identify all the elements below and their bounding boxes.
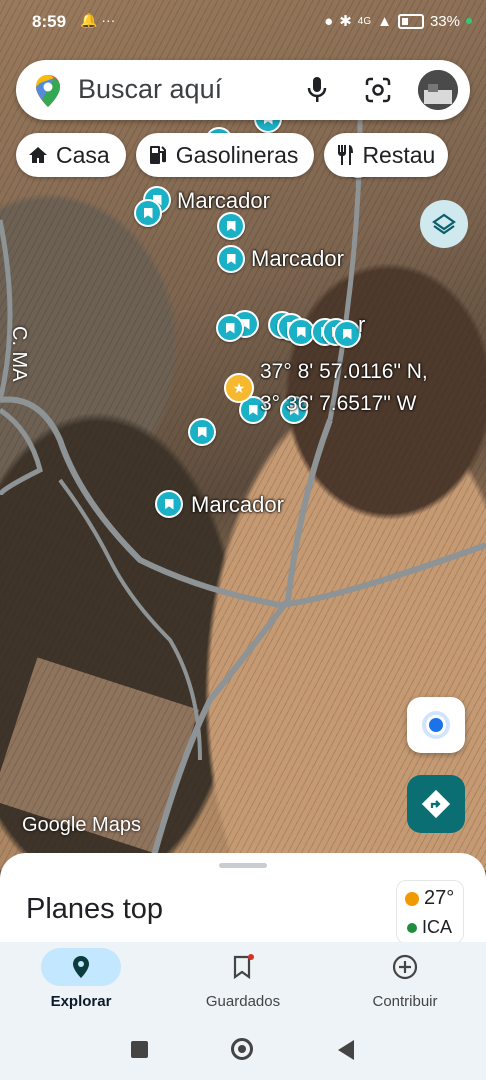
home-icon: [29, 147, 47, 163]
network-label: 4G: [357, 15, 372, 27]
gas-station-icon: [149, 146, 166, 164]
bluetooth-icon: ✱: [339, 13, 352, 30]
sun-icon: [405, 891, 419, 906]
bookmark-marker[interactable]: [333, 320, 361, 348]
recents-icon[interactable]: [131, 1041, 148, 1058]
nav-label: Guardados: [205, 993, 281, 1010]
nav-pill: [203, 948, 283, 986]
latitude: 37° 8' 57.0116" N,: [260, 360, 428, 383]
nav-pill: [41, 948, 121, 986]
battery-percent: 33%: [429, 12, 460, 30]
temperature-value: 27°: [424, 887, 455, 909]
coordinates-label: 37° 8' 57.0116" N, 3° 36' 7.6517" W: [260, 356, 428, 420]
nav-pill: [365, 948, 445, 986]
chip-label: Casa: [56, 141, 110, 168]
directions-button[interactable]: [407, 775, 465, 833]
sheet-title: Planes top: [26, 893, 164, 925]
google-maps-logo: Google Maps: [22, 814, 141, 836]
google-maps-pin-icon: [36, 75, 60, 107]
bookmark-marker[interactable]: [217, 212, 245, 240]
search-input[interactable]: Buscar aquí: [78, 74, 222, 105]
marker-label: r: [358, 312, 366, 337]
clock: 8:59: [32, 12, 67, 31]
my-location-icon: [426, 715, 446, 735]
bookmark-marker[interactable]: [134, 199, 162, 227]
bookmark-icon: [233, 954, 254, 980]
weather-widget[interactable]: 27° ICA: [396, 880, 464, 944]
privacy-dot-icon: [466, 18, 472, 24]
temperature: 27°: [405, 887, 454, 910]
explore-pin-icon: [73, 956, 89, 978]
street-label: C. MA: [8, 326, 30, 382]
location-icon: ●: [324, 12, 334, 30]
nav-saved[interactable]: Guardados: [162, 942, 324, 1026]
layers-button[interactable]: [420, 200, 468, 248]
avatar-photo: [418, 70, 458, 110]
bookmark-marker[interactable]: [217, 245, 245, 273]
chip-label: Restau: [362, 141, 436, 168]
chip-home[interactable]: Casa: [16, 133, 126, 177]
directions-icon: [421, 789, 451, 819]
bottom-navigation: Explorar Guardados Contribuir: [0, 942, 486, 1026]
microphone-icon[interactable]: [306, 76, 328, 104]
chip-restaurants[interactable]: Restau: [324, 133, 449, 177]
chip-gas-stations[interactable]: Gasolineras: [135, 133, 315, 177]
status-bar: 8:59 🔔 ··· ● ✱ 4G ▲ 33%: [0, 0, 486, 44]
signal-icon: ▲: [377, 12, 392, 30]
home-button-icon[interactable]: [231, 1038, 253, 1060]
nav-contribute[interactable]: Contribuir: [324, 942, 486, 1026]
search-bar[interactable]: Buscar aquí: [16, 60, 470, 120]
my-location-button[interactable]: [407, 697, 465, 753]
category-chips: Casa Gasolineras Restau: [16, 133, 449, 177]
add-circle-icon: [392, 954, 418, 980]
aqi-label: ICA: [422, 917, 453, 937]
back-icon[interactable]: [338, 1040, 354, 1060]
marker-label: Marcador: [191, 492, 284, 517]
marker-label: Marcador: [177, 188, 270, 213]
battery-icon: [397, 13, 424, 29]
longitude: 3° 36' 7.6517" W: [260, 392, 417, 415]
air-quality: ICA: [407, 917, 452, 938]
nav-label: Contribuir: [372, 993, 438, 1010]
bookmark-marker[interactable]: [216, 314, 244, 342]
aqi-dot-icon: [407, 922, 417, 933]
layers-icon: [432, 213, 456, 235]
chip-label: Gasolineras: [175, 141, 299, 168]
restaurant-icon: [338, 145, 354, 165]
sheet-drag-handle[interactable]: [219, 863, 267, 868]
bookmark-marker[interactable]: [188, 418, 216, 446]
status-icons: ● ✱ 4G ▲ 33%: [324, 12, 472, 30]
bookmark-marker[interactable]: [155, 490, 183, 518]
star-marker-icon[interactable]: ★: [224, 373, 254, 403]
explore-sheet[interactable]: Planes top 27° ICA: [0, 853, 486, 953]
notification-icons: 🔔 ···: [80, 12, 116, 28]
google-lens-icon[interactable]: [364, 76, 392, 104]
system-navigation-bar: [0, 1026, 486, 1080]
nav-label: Explorar: [50, 993, 112, 1010]
marker-label: Marcador: [251, 246, 344, 271]
nav-explore[interactable]: Explorar: [0, 942, 162, 1026]
avatar[interactable]: [418, 70, 458, 110]
